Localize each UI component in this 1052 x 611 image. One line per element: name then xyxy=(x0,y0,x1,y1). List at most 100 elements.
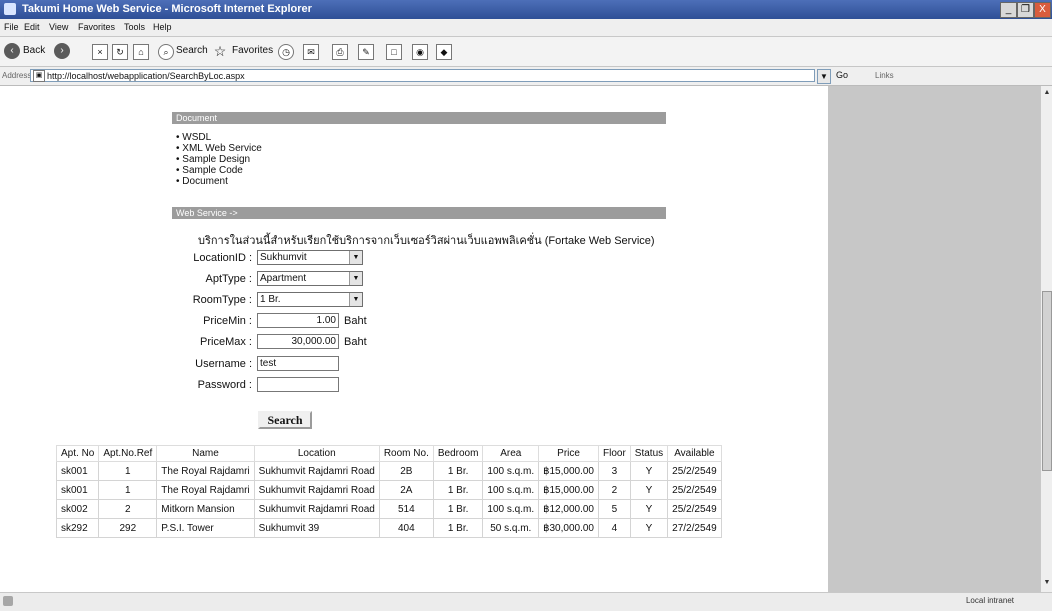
menu-tools[interactable]: Tools xyxy=(124,22,145,32)
cell-floor: 3 xyxy=(597,461,631,481)
document-link-sample-code[interactable]: Sample Code xyxy=(176,165,396,176)
cell-apt-no-ref: 292 xyxy=(98,518,158,538)
minimize-button[interactable]: _ xyxy=(1000,2,1017,18)
cell-room-no: 2A xyxy=(378,480,434,500)
menu-view[interactable]: View xyxy=(49,22,68,32)
vertical-scrollbar[interactable]: ▲ ▼ xyxy=(1040,86,1052,592)
discuss-icon[interactable]: □ xyxy=(386,44,402,60)
refresh-icon[interactable]: ↻ xyxy=(112,44,128,60)
document-link-sample-design[interactable]: Sample Design xyxy=(176,154,396,165)
back-button-label[interactable]: Back xyxy=(23,41,45,61)
cell-name: The Royal Rajdamri xyxy=(156,461,255,481)
print-icon[interactable]: ⎙ xyxy=(332,44,348,60)
status-bar: Local intranet xyxy=(0,592,1052,611)
results-table: Apt. No Apt.No.Ref Name Location Room No… xyxy=(55,445,722,538)
mail-icon[interactable]: ✉ xyxy=(303,44,319,60)
cell-location: Sukhumvit Rajdamri Road xyxy=(253,461,380,481)
username-input[interactable]: test xyxy=(257,356,339,371)
cell-name: Mitkorn Mansion xyxy=(156,499,255,519)
price-min-label: PriceMin : xyxy=(203,315,252,327)
cell-status: Y xyxy=(629,499,669,519)
menu-help[interactable]: Help xyxy=(153,22,172,32)
cell-room-no: 404 xyxy=(378,518,434,538)
room-type-selected-value: 1 Br. xyxy=(260,294,281,305)
cell-location: Sukhumvit Rajdamri Road xyxy=(253,499,380,519)
location-select[interactable]: Sukhumvit ▼ xyxy=(257,250,363,265)
web-service-description: บริการในส่วนนี้สำหรับเรียกใช้บริการจากเว… xyxy=(198,235,655,247)
cell-floor: 5 xyxy=(597,499,631,519)
cell-apt-no: sk001 xyxy=(55,461,100,481)
location-row: LocationID : Sukhumvit ▼ xyxy=(0,250,600,268)
price-min-input[interactable]: 1.00 xyxy=(257,313,339,328)
cell-area: 100 s.q.m. xyxy=(482,461,540,481)
price-max-row: PriceMax : 30,000.00 Baht xyxy=(0,334,600,352)
messenger-icon[interactable]: ◉ xyxy=(412,44,428,60)
web-service-section-header: Web Service -> xyxy=(172,207,666,219)
cell-price: ฿30,000.00 xyxy=(538,518,599,538)
menu-edit[interactable]: Edit xyxy=(24,22,40,32)
scrollbar-thumb[interactable] xyxy=(1042,291,1052,471)
document-link-wsdl[interactable]: WSDL xyxy=(176,132,396,143)
table-row: sk001 1 The Royal Rajdamri Sukhumvit Raj… xyxy=(55,480,722,500)
favorites-toolbar-button[interactable]: Favorites xyxy=(232,41,273,61)
header-apt-no-ref: Apt.No.Ref xyxy=(98,445,158,462)
stop-icon[interactable]: × xyxy=(92,44,108,60)
search-button[interactable]: Search xyxy=(258,411,312,429)
cell-bedroom: 1 Br. xyxy=(432,461,484,481)
cell-bedroom: 1 Br. xyxy=(432,518,484,538)
cell-name: P.S.I. Tower xyxy=(156,518,255,538)
restore-button[interactable]: ❐ xyxy=(1017,2,1034,18)
scroll-up-icon[interactable]: ▲ xyxy=(1042,88,1052,98)
cell-apt-no: sk001 xyxy=(55,480,100,500)
cell-apt-no: sk292 xyxy=(55,518,100,538)
password-label: Password : xyxy=(197,379,252,391)
apt-type-select[interactable]: Apartment ▼ xyxy=(257,271,363,286)
menu-favorites[interactable]: Favorites xyxy=(78,22,115,32)
password-input[interactable] xyxy=(257,377,339,392)
document-link-document[interactable]: Document xyxy=(176,176,396,187)
browser-toolbar: ‹ Back › × ↻ ⌂ ⌕ Search ☆ Favorites ◷ ✉ … xyxy=(0,37,1052,67)
right-sidebar-panel xyxy=(828,86,1040,592)
apt-type-label: AptType : xyxy=(205,273,252,285)
cell-status: Y xyxy=(629,461,669,481)
back-arrow-icon[interactable]: ‹ xyxy=(4,43,20,59)
page-content: Document WSDL XML Web Service Sample Des… xyxy=(0,86,1040,592)
forward-arrow-icon[interactable]: › xyxy=(54,43,70,59)
edit-icon[interactable]: ✎ xyxy=(358,44,374,60)
cell-floor: 2 xyxy=(597,480,631,500)
history-icon[interactable]: ◷ xyxy=(278,44,294,60)
address-dropdown-icon[interactable]: ▼ xyxy=(817,69,831,84)
table-row: sk001 1 The Royal Rajdamri Sukhumvit Raj… xyxy=(55,461,722,481)
price-max-input[interactable]: 30,000.00 xyxy=(257,334,339,349)
address-label: Address xyxy=(2,71,32,80)
research-icon[interactable]: ◆ xyxy=(436,44,452,60)
security-zone-label: Local intranet xyxy=(965,596,1014,605)
header-floor: Floor xyxy=(597,445,631,462)
chevron-down-icon: ▼ xyxy=(349,293,362,306)
scroll-down-icon[interactable]: ▼ xyxy=(1042,578,1052,588)
home-icon[interactable]: ⌂ xyxy=(133,44,149,60)
room-type-select[interactable]: 1 Br. ▼ xyxy=(257,292,363,307)
cell-price: ฿15,000.00 xyxy=(538,461,599,481)
document-section-header: Document xyxy=(172,112,666,124)
cell-bedroom: 1 Br. xyxy=(432,499,484,519)
address-input[interactable]: ▣ http://localhost/webapplication/Search… xyxy=(30,69,815,82)
cell-location: Sukhumvit Rajdamri Road xyxy=(253,480,380,500)
cell-status: Y xyxy=(629,518,669,538)
table-row: sk292 292 P.S.I. Tower Sukhumvit 39 404 … xyxy=(55,518,722,538)
cell-apt-no-ref: 2 xyxy=(98,499,158,519)
go-button[interactable]: Go xyxy=(836,70,848,80)
search-icon[interactable]: ⌕ xyxy=(158,44,174,60)
document-link-xml-web-service[interactable]: XML Web Service xyxy=(176,143,396,154)
cell-area: 100 s.q.m. xyxy=(482,480,540,500)
favorites-star-icon[interactable]: ☆ xyxy=(213,44,227,58)
username-row: Username : test xyxy=(0,356,600,374)
cell-status: Y xyxy=(629,480,669,500)
cell-available: 25/2/2549 xyxy=(667,480,722,500)
close-button[interactable]: X xyxy=(1034,2,1051,18)
header-bedroom: Bedroom xyxy=(432,445,484,462)
menu-file[interactable]: File xyxy=(4,22,19,32)
search-toolbar-button[interactable]: Search xyxy=(176,41,208,61)
cell-room-no: 2B xyxy=(378,461,434,481)
links-button[interactable]: Links xyxy=(875,71,894,80)
